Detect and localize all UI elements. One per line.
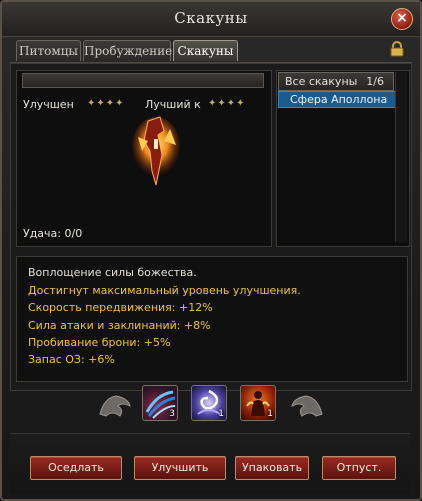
close-icon[interactable]: × [391,8,413,30]
pack-button[interactable]: Упаковать [235,456,309,480]
tab-pets[interactable]: Питомцы [16,40,81,61]
mount-name-bar [22,73,264,88]
improved-label: Улучшен [23,98,74,111]
stat-speed: Скорость передвижения: +12% [28,301,213,314]
window-title: Скакуны [174,9,248,27]
mount-list-header[interactable]: Все скакуны 1/6 [278,72,394,91]
best-stars: ✦✦✦✦ [208,98,246,109]
skill-count: 3 [169,409,175,419]
description-panel: Воплощение силы божества. Достигнут макс… [16,256,408,382]
lock-icon[interactable] [390,41,404,57]
release-button[interactable]: Отпуст. [322,456,396,480]
best-label: Лучший к [145,98,201,111]
stat-attack: Сила атаки и заклинаний: +8% [28,319,211,332]
improve-button[interactable]: Улучшить [134,456,226,480]
griffin-ornament-left-icon [99,395,131,417]
griffin-ornament-right-icon [291,395,323,417]
title-bar[interactable]: Скакуны × [2,2,420,37]
stat-armor-pen: Пробивание брони: +5% [28,336,171,349]
saddle-button[interactable]: Оседлать [30,456,122,480]
skill-slot-3[interactable]: 1 [240,385,276,421]
description-intro: Воплощение силы божества. [28,266,197,279]
mount-list-count: 1/6 [366,75,384,88]
tab-mounts[interactable]: Скакуны [173,40,238,61]
stat-hp: Запас ОЗ: +6% [28,353,115,366]
mount-list-title: Все скакуны [285,75,358,88]
mount-list-scrollbar[interactable] [395,72,407,242]
description-max-level: Достигнут максимальный уровень улучшения… [28,284,301,297]
skill-slot-2[interactable]: 1 [191,385,227,421]
mount-preview-panel [16,70,272,247]
mount-model-image [132,116,180,186]
skill-count: 1 [218,409,224,419]
improved-stars: ✦✦✦✦ [87,98,125,109]
skill-count: 1 [267,409,273,419]
luck-label: Удача: 0/0 [23,227,83,240]
tab-awakening[interactable]: Пробуждение [83,40,172,61]
skill-slot-1[interactable]: 3 [142,385,178,421]
list-item[interactable]: Сфера Аполлона [278,91,396,108]
